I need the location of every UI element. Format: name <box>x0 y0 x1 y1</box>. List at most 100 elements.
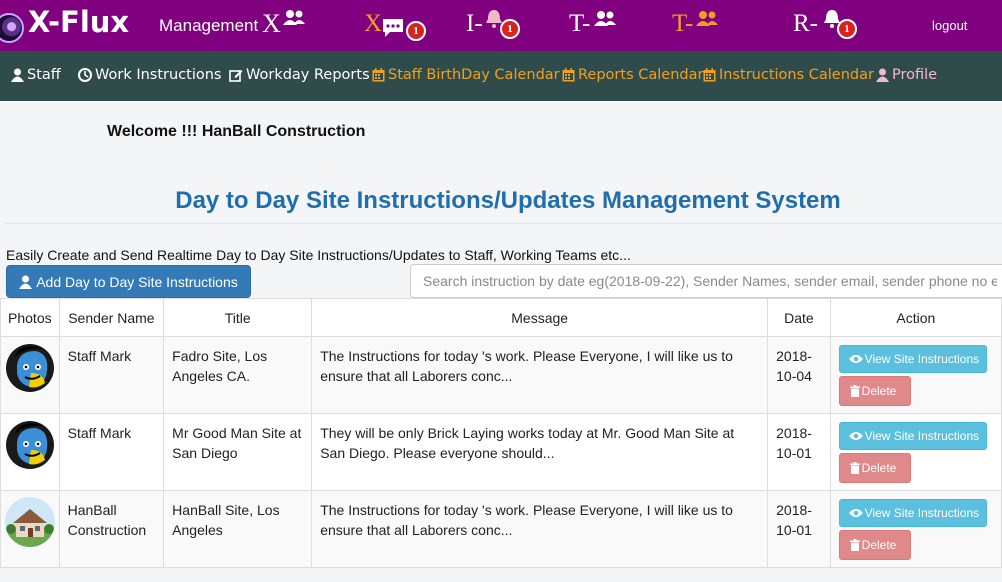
nav-staff-birthday-calendar[interactable]: Staff BirthDay Calendar <box>372 67 560 83</box>
table-header-row: Photos Sender Name Title Message Date Ac… <box>0 298 1002 337</box>
view-button-label: View Site Instructions <box>864 352 980 366</box>
title-cell: Mr Good Man Site at San Diego <box>163 413 313 491</box>
action-cell: View Site Instructions Delete <box>829 336 1002 414</box>
header-message: Message <box>311 298 769 337</box>
calendar-icon <box>372 68 385 82</box>
welcome-message: Welcome !!! HanBall Construction <box>107 123 366 140</box>
nav-workday-reports-label: Workday Reports <box>246 67 370 83</box>
title-cell: HanBall Site, Los Angeles <box>163 490 313 568</box>
trash-icon <box>849 385 860 397</box>
intro-text: Easily Create and Send Realtime Day to D… <box>6 247 631 263</box>
nav-instructions-letter: I- <box>466 10 483 37</box>
instructions-badge: 1 <box>500 19 520 39</box>
divider <box>5 223 1002 224</box>
nav-staff-birthday-calendar-label: Staff BirthDay Calendar <box>388 67 560 83</box>
delete-button-label: Delete <box>861 384 897 398</box>
nav-instructions-calendar-label: Instructions Calendar <box>719 67 874 83</box>
management-menu[interactable]: X <box>262 9 305 39</box>
user-icon <box>19 275 33 289</box>
nav-reports-calendar[interactable]: Reports Calendar <box>562 67 703 83</box>
header-title: Title <box>163 298 313 337</box>
instructions-table: Photos Sender Name Title Message Date Ac… <box>0 298 1002 568</box>
search-input[interactable] <box>410 264 1002 298</box>
view-site-instructions-button[interactable]: View Site Instructions <box>838 345 987 373</box>
nav-team-members[interactable]: T- <box>672 10 718 38</box>
nav-reports-letter: R- <box>793 10 818 37</box>
users-icon <box>696 11 718 26</box>
trash-icon <box>849 462 860 474</box>
delete-button[interactable]: Delete <box>838 376 911 406</box>
add-instructions-button[interactable]: Add Day to Day Site Instructions <box>6 265 251 298</box>
header-date: Date <box>767 298 831 337</box>
nav-reports-alerts[interactable]: R- 1 <box>793 10 857 39</box>
reports-badge: 1 <box>837 19 857 39</box>
date-cell: 2018-10-01 <box>767 413 831 491</box>
header-photos: Photos <box>0 298 60 337</box>
sender-cell: Staff Mark <box>58 413 165 491</box>
management-letter: X <box>262 9 281 38</box>
view-site-instructions-button[interactable]: View Site Instructions <box>838 422 987 450</box>
title-cell: Fadro Site, Los Angeles CA. <box>163 336 313 414</box>
view-site-instructions-button[interactable]: View Site Instructions <box>838 499 987 527</box>
edit-icon <box>229 70 243 82</box>
trash-icon <box>849 539 860 551</box>
sender-cell: Staff Mark <box>58 336 165 414</box>
nav-workday-reports[interactable]: Workday Reports <box>229 67 370 83</box>
eye-icon <box>848 355 863 363</box>
delete-button-label: Delete <box>861 461 897 475</box>
user-icon <box>876 68 889 82</box>
messages-badge: 1 <box>406 21 426 41</box>
action-cell: View Site Instructions Delete <box>829 490 1002 568</box>
delete-button-label: Delete <box>861 538 897 552</box>
table-row: HanBall Construction HanBall Site, Los A… <box>0 490 1002 568</box>
nav-staff[interactable]: Staff <box>11 67 61 83</box>
nav-work-instructions-label: Work Instructions <box>95 67 222 83</box>
add-instructions-label: Add Day to Day Site Instructions <box>36 273 238 290</box>
nav-staff-label: Staff <box>27 67 61 83</box>
nav-profile[interactable]: Profile <box>876 67 937 83</box>
nav-work-instructions[interactable]: Work Instructions <box>78 67 222 83</box>
brand-title[interactable]: X-Flux <box>28 5 129 39</box>
date-cell: 2018-10-01 <box>767 490 831 568</box>
secondary-navbar: Staff Work Instructions Workday Reports … <box>0 51 1002 101</box>
nav-teams-letter: T- <box>569 10 591 37</box>
table-row: Staff Mark Fadro Site, Los Angeles CA. T… <box>0 336 1002 414</box>
avatar <box>4 343 55 393</box>
logo-icon <box>0 13 24 43</box>
delete-button[interactable]: Delete <box>838 453 911 483</box>
avatar <box>4 497 55 547</box>
calendar-icon <box>703 68 716 82</box>
nav-teams[interactable]: T- <box>569 10 616 38</box>
eye-icon <box>848 509 863 517</box>
message-cell: The Instructions for today 's work. Plea… <box>311 490 769 568</box>
nav-messages[interactable]: X 1 <box>364 10 426 41</box>
header-action: Action <box>829 298 1002 337</box>
action-cell: View Site Instructions Delete <box>829 413 1002 491</box>
delete-button[interactable]: Delete <box>838 530 911 560</box>
nav-profile-label: Profile <box>892 67 938 83</box>
logout-link[interactable]: logout <box>932 18 967 33</box>
message-cell: They will be only Brick Laying works tod… <box>311 413 769 491</box>
photo-cell <box>0 490 60 568</box>
chat-icon <box>383 19 403 37</box>
header-sender-name: Sender Name <box>58 298 165 337</box>
calendar-icon <box>562 68 575 82</box>
photo-cell <box>0 336 60 414</box>
users-icon <box>594 11 616 26</box>
nav-instructions-alerts[interactable]: I- 1 <box>466 10 520 39</box>
view-button-label: View Site Instructions <box>864 506 980 520</box>
clock-icon <box>78 68 92 82</box>
date-cell: 2018-10-04 <box>767 336 831 414</box>
users-icon <box>283 10 305 25</box>
nav-instructions-calendar[interactable]: Instructions Calendar <box>703 67 874 83</box>
page-title: Day to Day Site Instructions/Updates Man… <box>175 187 841 214</box>
sender-cell: HanBall Construction <box>58 490 165 568</box>
view-button-label: View Site Instructions <box>864 429 980 443</box>
top-navbar: X-Flux Management X X 1 I- 1 T- T- R- 1 … <box>0 0 1002 51</box>
nav-reports-calendar-label: Reports Calendar <box>578 67 704 83</box>
management-label[interactable]: Management <box>159 16 258 36</box>
nav-team-members-letter: T- <box>672 10 694 37</box>
table-row: Staff Mark Mr Good Man Site at San Diego… <box>0 413 1002 491</box>
nav-messages-letter: X <box>364 10 383 37</box>
eye-icon <box>848 432 863 440</box>
